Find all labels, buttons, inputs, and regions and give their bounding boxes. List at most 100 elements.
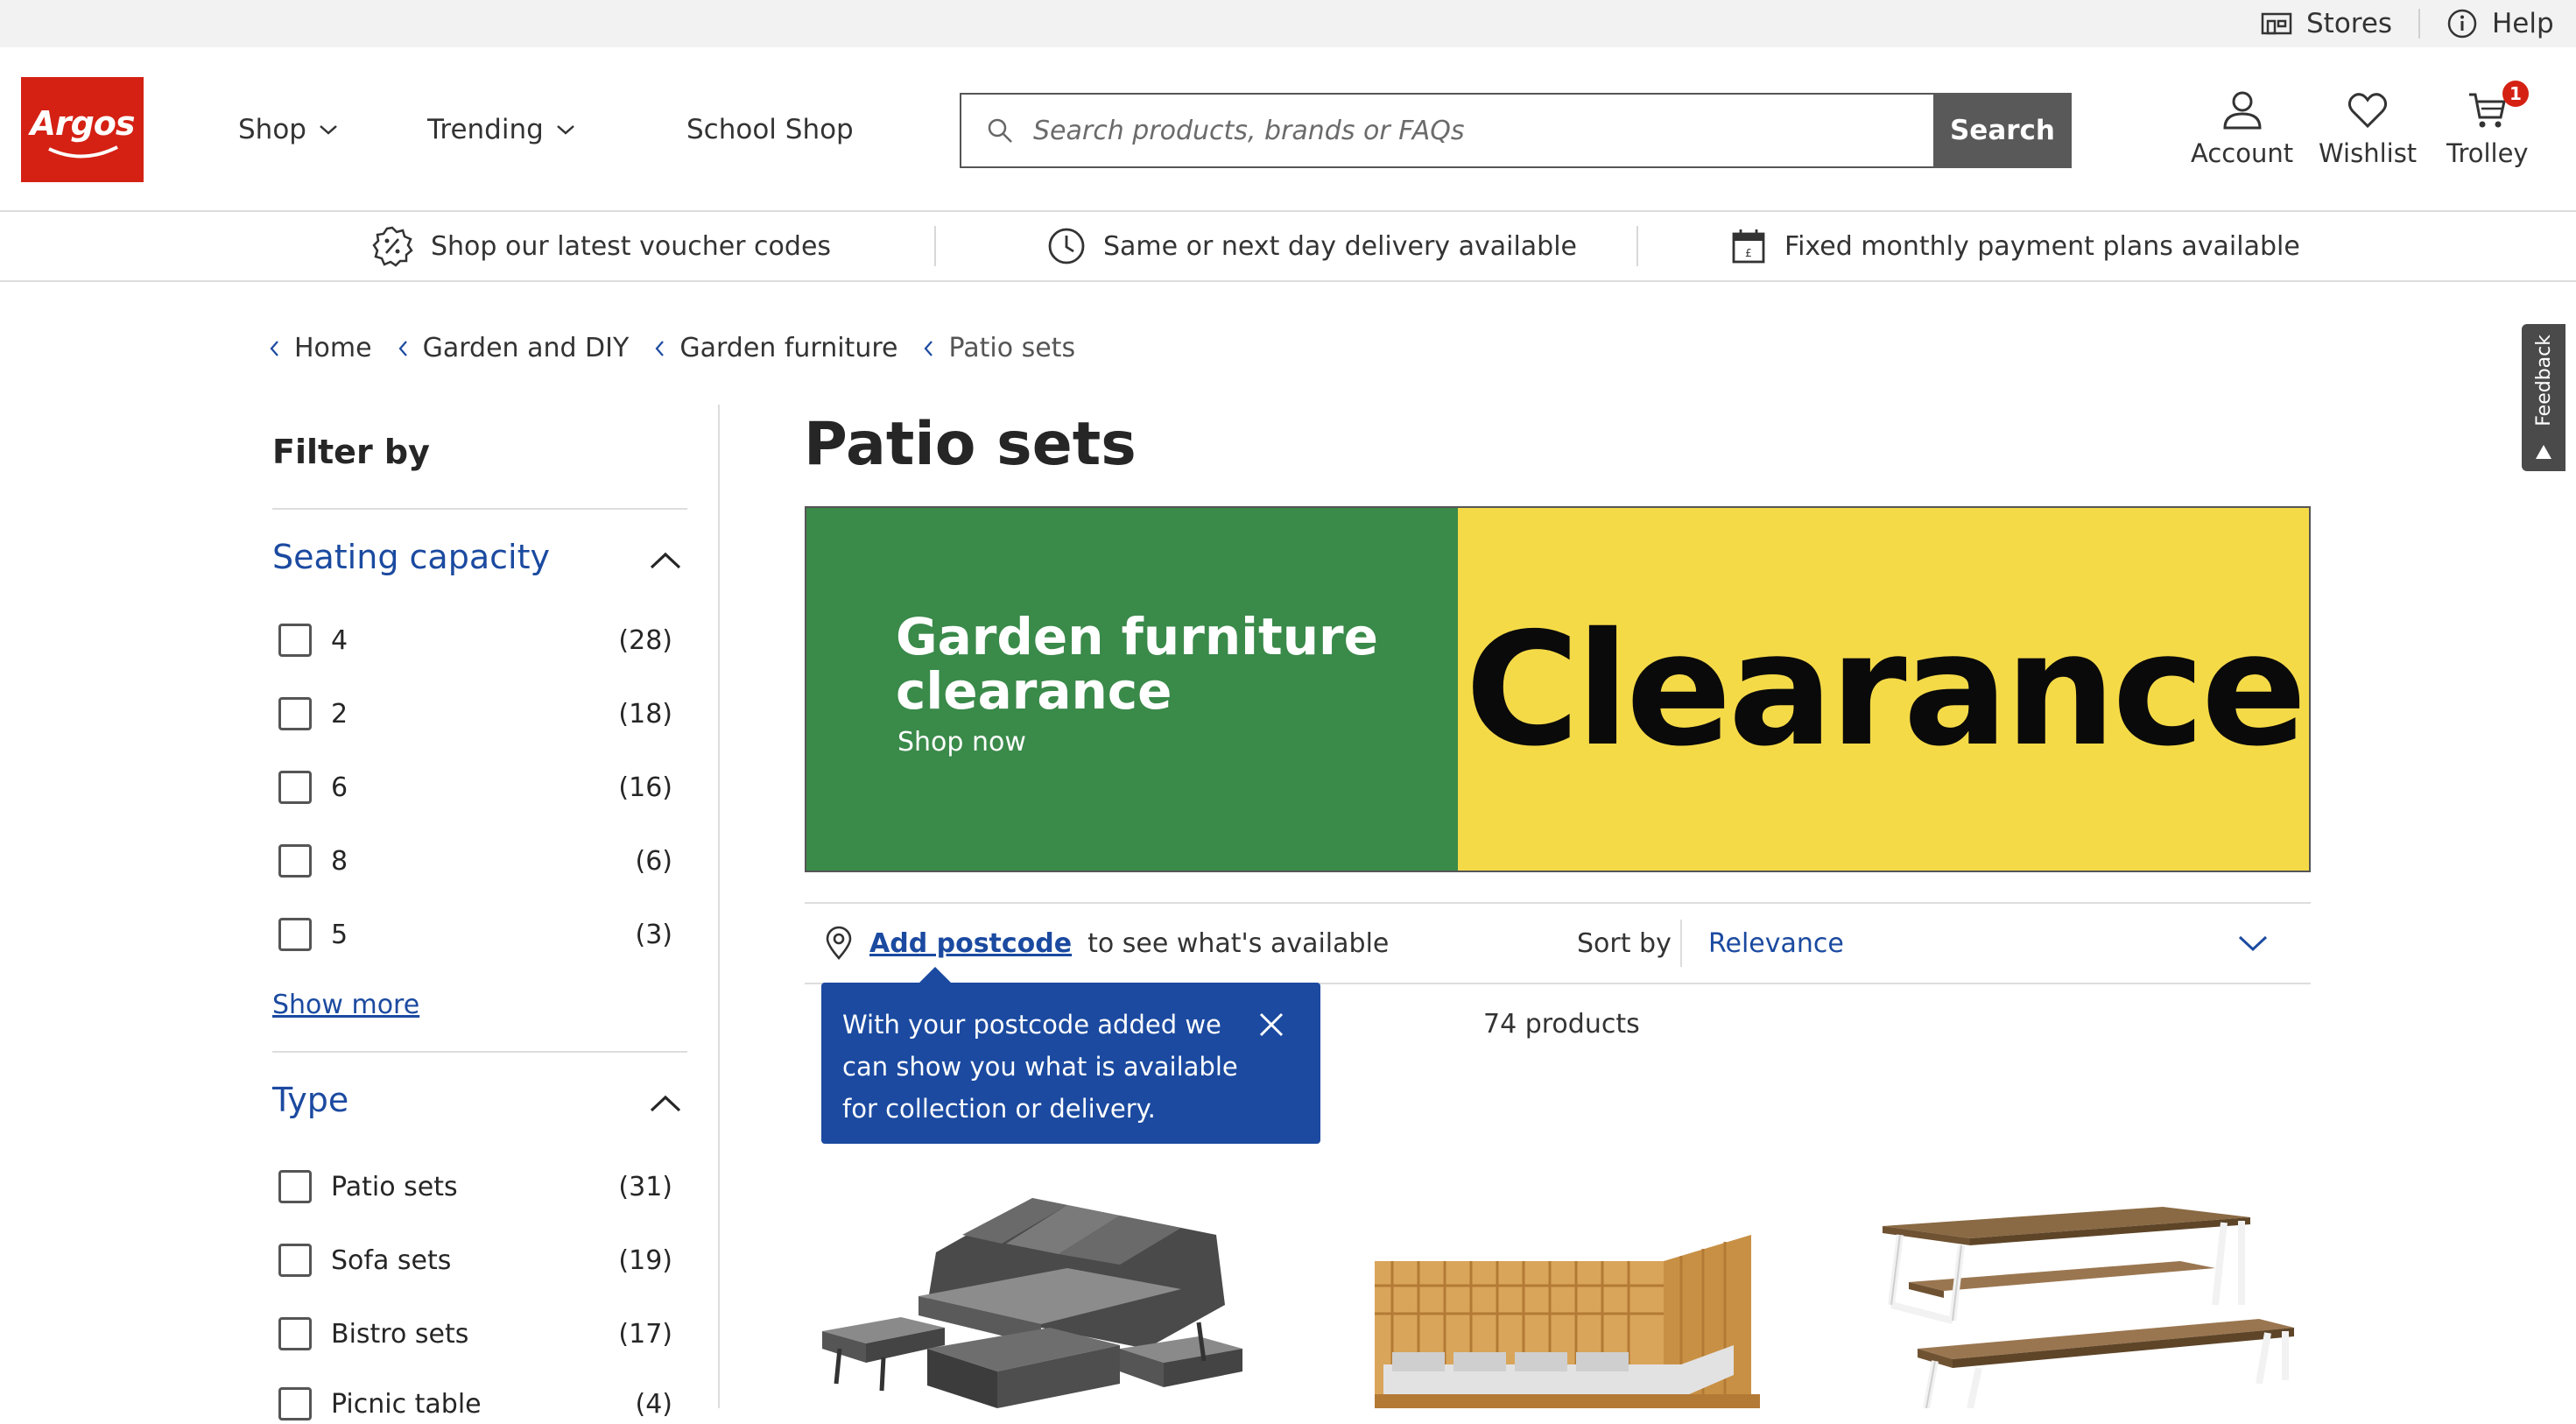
checkbox[interactable]	[278, 697, 312, 730]
option-label: Sofa sets	[331, 1244, 452, 1276]
benefit-vouchers[interactable]: Shop our latest voucher codes	[371, 212, 831, 280]
breadcrumb-garden-furniture[interactable]: Garden furniture	[653, 333, 897, 363]
checkbox[interactable]	[278, 771, 312, 804]
filter-option-type-patio-sets[interactable]: Patio sets (31)	[278, 1167, 672, 1207]
option-count: (4)	[635, 1388, 673, 1420]
feedback-tab[interactable]: Feedback	[2522, 324, 2565, 471]
filter-option-seating-8[interactable]: 8 (6)	[278, 841, 672, 881]
utility-bar: Stores Help	[0, 0, 2576, 47]
option-count: (19)	[618, 1244, 672, 1276]
filter-option-seating-5[interactable]: 5 (3)	[278, 914, 672, 955]
sort-by-label: Sort by	[1577, 927, 1672, 959]
option-label: Bistro sets	[331, 1318, 469, 1350]
option-label: 8	[331, 845, 348, 877]
checkbox[interactable]	[278, 918, 312, 951]
checkbox[interactable]	[278, 844, 312, 878]
argos-logo[interactable]: Argos	[21, 77, 144, 182]
show-more-link[interactable]: Show more	[272, 990, 419, 1020]
banner-green-panel: Garden furniture clearance Shop now	[806, 508, 1458, 871]
postcode-prompt: Add postcode to see what's available	[824, 904, 1389, 983]
option-label: 5	[331, 919, 348, 950]
chevron-down-icon	[2238, 935, 2268, 952]
chevron-up-icon[interactable]	[648, 550, 683, 571]
filter-option-seating-4[interactable]: 4 (28)	[278, 620, 672, 660]
chevron-up-icon[interactable]	[648, 1093, 683, 1114]
close-icon[interactable]	[1257, 1011, 1285, 1039]
sort-divider	[1680, 920, 1682, 967]
benefit-payment-label: Fixed monthly payment plans available	[1784, 230, 2300, 262]
breadcrumb-label: Patio sets	[948, 333, 1076, 363]
sort-select[interactable]: Relevance	[1708, 904, 2295, 983]
breadcrumb-patio-sets[interactable]: Patio sets	[922, 333, 1075, 363]
postcode-tooltip: With your postcode added we can show you…	[821, 983, 1320, 1144]
facet-type[interactable]: Type	[272, 1081, 348, 1119]
banner-headline: Garden furniture clearance	[896, 607, 1378, 721]
site-header: Argos Shop Trending School Shop Search A…	[0, 47, 2576, 212]
checkbox[interactable]	[278, 1387, 312, 1420]
nav-trending-label: Trending	[427, 114, 544, 145]
checkbox[interactable]	[278, 1244, 312, 1277]
filter-option-type-picnic-table[interactable]: Picnic table (4)	[278, 1384, 672, 1424]
add-postcode-link[interactable]: Add postcode	[869, 928, 1072, 959]
results-toolbar: Add postcode to see what's available Sor…	[805, 902, 2311, 984]
nav-trending[interactable]: Trending	[427, 114, 575, 145]
filter-option-type-bistro-sets[interactable]: Bistro sets (17)	[278, 1314, 672, 1354]
breadcrumb-label: Home	[294, 333, 372, 363]
breadcrumb-home[interactable]: Home	[268, 333, 372, 363]
benefit-vouchers-label: Shop our latest voucher codes	[431, 230, 832, 262]
option-count: (18)	[618, 698, 672, 730]
location-pin-icon	[826, 926, 852, 960]
option-count: (3)	[635, 919, 673, 950]
facet-seating-capacity[interactable]: Seating capacity	[272, 538, 550, 576]
filter-option-type-sofa-sets[interactable]: Sofa sets (19)	[278, 1240, 672, 1280]
option-count: (6)	[635, 845, 673, 877]
chevron-left-icon	[398, 340, 407, 356]
checkbox[interactable]	[278, 1317, 312, 1350]
option-count: (16)	[618, 772, 672, 803]
chevron-down-icon	[556, 125, 574, 135]
checkbox[interactable]	[278, 1170, 312, 1203]
nav-shop[interactable]: Shop	[238, 114, 338, 145]
stores-label: Stores	[2306, 8, 2393, 39]
heart-icon	[2348, 93, 2388, 129]
search-input[interactable]	[1031, 114, 1911, 147]
filter-option-seating-2[interactable]: 2 (18)	[278, 694, 672, 734]
page-title: Patio sets	[804, 410, 1137, 479]
banner-shop-now[interactable]: Shop now	[897, 727, 1026, 758]
filter-option-seating-6[interactable]: 6 (16)	[278, 767, 672, 807]
sidebar-divider	[718, 405, 720, 1408]
breadcrumb-garden-diy[interactable]: Garden and DIY	[397, 333, 629, 363]
option-count: (28)	[618, 624, 672, 656]
account-label: Account	[2191, 138, 2294, 168]
product-image-picnic-bench-set[interactable]	[1856, 1174, 2320, 1408]
search-bar	[960, 93, 1933, 168]
chevron-left-icon	[655, 340, 665, 356]
nav-school-shop[interactable]: School Shop	[686, 114, 854, 145]
checkbox[interactable]	[278, 624, 312, 657]
product-count: 74 products	[1483, 1009, 1640, 1040]
option-count: (17)	[618, 1318, 672, 1350]
feedback-label: Feedback	[2532, 335, 2555, 426]
stores-link[interactable]: Stores	[2261, 0, 2392, 47]
product-image-wooden-corner-sofa[interactable]	[1348, 1174, 1812, 1408]
option-label: Picnic table	[331, 1388, 482, 1420]
product-image-corner-sofa-set[interactable]	[805, 1174, 1269, 1408]
search-button[interactable]: Search	[1933, 93, 2072, 168]
benefit-payment[interactable]: £ Fixed monthly payment plans available	[1730, 212, 2300, 280]
account-link[interactable]: Account	[2191, 89, 2293, 168]
sort-value: Relevance	[1708, 927, 1844, 959]
svg-text:£: £	[1745, 247, 1752, 259]
nav-shop-label: Shop	[238, 114, 306, 145]
wishlist-label: Wishlist	[2319, 138, 2418, 168]
wishlist-link[interactable]: Wishlist	[2319, 89, 2417, 168]
clearance-banner[interactable]: Garden furniture clearance Shop now Clea…	[805, 506, 2311, 872]
utility-divider	[2418, 9, 2420, 39]
filter-title: Filter by	[272, 433, 430, 471]
benefit-divider	[934, 226, 936, 266]
breadcrumb-label: Garden furniture	[679, 333, 898, 363]
benefit-delivery[interactable]: Same or next day delivery available	[1047, 212, 1577, 280]
logo-swoosh-icon	[48, 145, 118, 159]
help-link[interactable]: Help	[2446, 0, 2554, 47]
account-icon	[2223, 91, 2262, 130]
tooltip-arrow	[919, 967, 951, 983]
